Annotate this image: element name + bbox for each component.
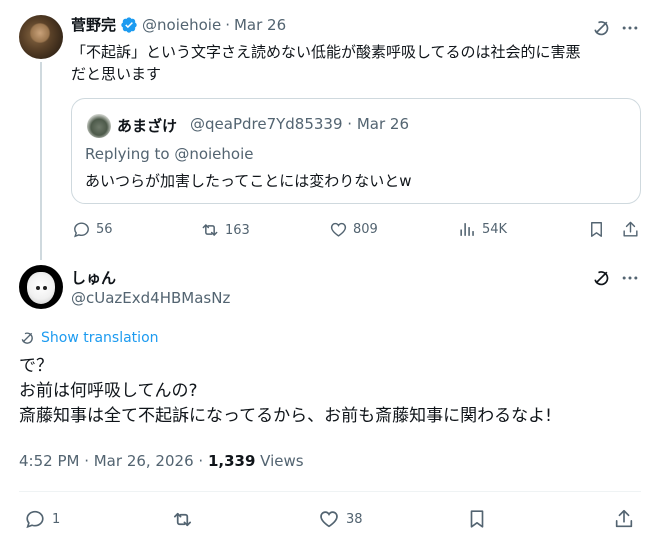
more-icon[interactable] xyxy=(620,268,640,288)
views-icon xyxy=(458,220,477,239)
like-icon xyxy=(329,220,348,239)
divider xyxy=(19,491,641,492)
display-name[interactable]: しゅん xyxy=(71,267,116,288)
grok-icon[interactable] xyxy=(591,268,611,288)
handle[interactable]: @cUazExd4HBMasNz xyxy=(71,289,230,307)
like-icon xyxy=(318,508,340,530)
views-button[interactable]: 54K xyxy=(458,220,507,239)
display-name[interactable]: 菅野完 xyxy=(71,14,116,35)
share-icon[interactable] xyxy=(621,220,640,239)
grok-icon[interactable] xyxy=(591,18,611,38)
tweet1-header: 菅野完 @noiehoie · Mar 26 xyxy=(71,14,287,35)
tweet2-text: で？ お前は何呼吸してんの? 斎藤知事は全て不起訴になってるから、お前も斎藤知事… xyxy=(19,356,552,426)
dog-avatar-image xyxy=(27,272,55,304)
repost-icon[interactable] xyxy=(171,508,194,531)
avatar[interactable] xyxy=(19,265,63,309)
handle[interactable]: @noiehoie xyxy=(142,16,221,34)
quote-display-name[interactable]: あまざけ xyxy=(117,115,177,136)
like-button[interactable]: 809 xyxy=(329,220,378,239)
views-count: 1,339 xyxy=(207,452,256,470)
reply-button[interactable]: 56 xyxy=(72,220,113,239)
bookmark-icon[interactable] xyxy=(587,220,606,239)
avatar[interactable] xyxy=(87,114,111,138)
quote-handle-date: @qeaPdre7Yd85339 · Mar 26 xyxy=(190,115,409,133)
reply-icon xyxy=(72,220,91,239)
tweet1-text: 「不起訴」という文字さえ読めない低能が酸素呼吸してるのは社会的に害悪 だと思いま… xyxy=(71,43,581,83)
reply-icon xyxy=(24,508,46,530)
tweet-date[interactable]: Mar 26 xyxy=(234,16,286,34)
thread-line xyxy=(40,62,42,260)
tweet-timestamp: 4:52 PM · Mar 26, 2026 · 1,339 Views xyxy=(19,452,304,470)
bookmark-icon[interactable] xyxy=(466,508,488,530)
repost-icon xyxy=(200,220,220,240)
avatar[interactable] xyxy=(19,15,63,59)
replying-to[interactable]: Replying to @noiehoie xyxy=(85,145,254,163)
share-icon[interactable] xyxy=(613,508,635,530)
quote-tweet-card[interactable]: あまざけ @qeaPdre7Yd85339 · Mar 26 Replying … xyxy=(71,98,641,204)
translate-icon xyxy=(19,330,35,346)
quote-text: あいつらが加害したってことには変わりないとw xyxy=(85,172,412,190)
more-icon[interactable] xyxy=(620,18,640,38)
reply-button[interactable]: 1 xyxy=(24,508,60,530)
verified-badge-icon xyxy=(120,16,138,34)
like-button[interactable]: 38 xyxy=(318,508,363,530)
show-translation-link[interactable]: Show translation xyxy=(19,330,159,346)
repost-button[interactable]: 163 xyxy=(200,220,250,240)
